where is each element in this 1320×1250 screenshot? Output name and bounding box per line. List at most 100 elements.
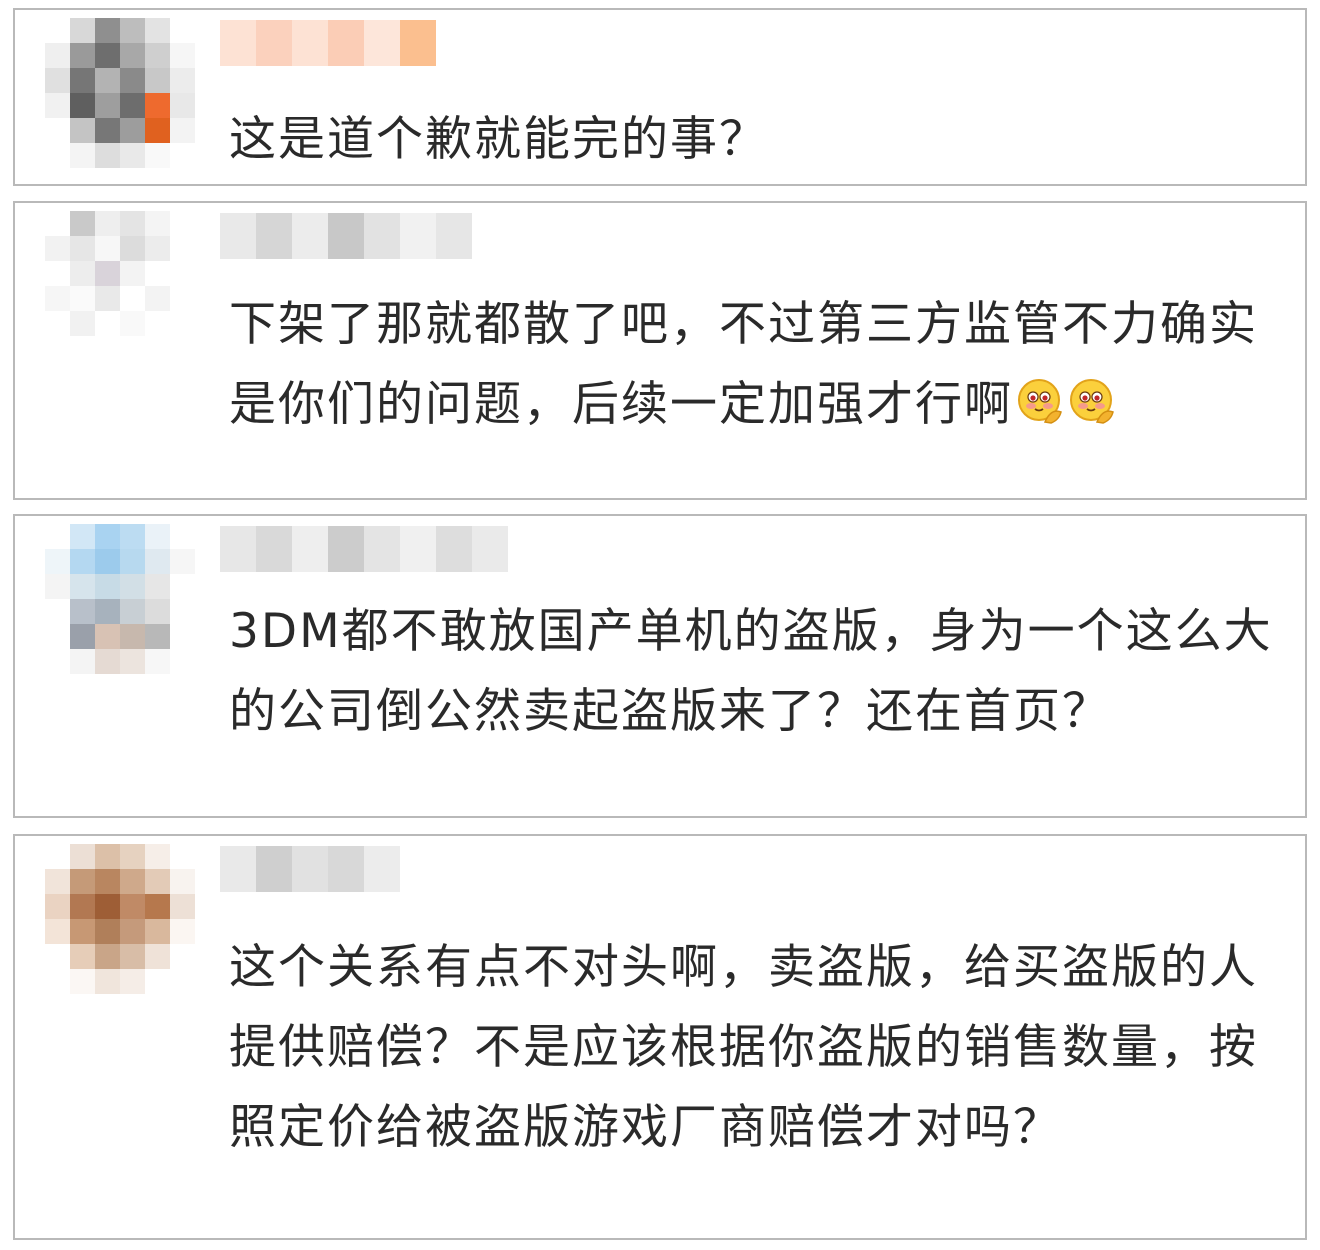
avatar-pixel <box>95 894 120 919</box>
avatar-pixel <box>170 143 195 168</box>
avatar-pixel <box>145 93 170 118</box>
avatar-pixel <box>70 43 95 68</box>
avatar-pixel <box>145 599 170 624</box>
username-pixel <box>220 526 256 572</box>
avatar-pixel <box>45 624 70 649</box>
avatar-pixel <box>170 118 195 143</box>
avatar-pixel <box>70 549 95 574</box>
avatar-pixel <box>145 919 170 944</box>
avatar-pixel <box>145 68 170 93</box>
avatar-pixel <box>95 118 120 143</box>
avatar-pixel <box>95 944 120 969</box>
avatar[interactable] <box>45 18 195 168</box>
avatar-pixel <box>95 43 120 68</box>
avatar-pixel <box>170 969 195 994</box>
avatar-pixel <box>120 143 145 168</box>
avatar-pixel <box>120 624 145 649</box>
avatar-pixel <box>70 336 95 361</box>
avatar-pixel <box>70 18 95 43</box>
avatar[interactable] <box>45 844 195 994</box>
avatar-pixel <box>95 574 120 599</box>
avatar-pixel <box>170 599 195 624</box>
username[interactable] <box>220 526 508 572</box>
avatar-pixel <box>120 68 145 93</box>
avatar-pixel <box>170 236 195 261</box>
avatar-pixel <box>170 68 195 93</box>
avatar-pixel <box>120 869 145 894</box>
username-pixel <box>400 526 436 572</box>
username-pixel <box>256 213 292 259</box>
avatar-pixel <box>95 93 120 118</box>
username-pixel <box>256 526 292 572</box>
avatar-pixel <box>120 286 145 311</box>
comment-card: 这个关系有点不对头啊，卖盗版，给买盗版的人提供赔偿？不是应该根据你盗版的销售数量… <box>13 834 1307 1240</box>
avatar[interactable] <box>45 524 195 674</box>
avatar-pixel <box>145 43 170 68</box>
avatar-pixel <box>45 311 70 336</box>
avatar-pixel <box>170 549 195 574</box>
avatar-pixel <box>70 286 95 311</box>
avatar-pixel <box>120 649 145 674</box>
username-pixel <box>364 20 400 66</box>
avatar-pixel <box>70 118 95 143</box>
username-pixel <box>328 526 364 572</box>
avatar-pixel <box>45 969 70 994</box>
avatar-pixel <box>170 844 195 869</box>
username[interactable] <box>220 20 436 66</box>
avatar-pixel <box>170 869 195 894</box>
username-pixel <box>436 526 472 572</box>
avatar-pixel <box>120 93 145 118</box>
avatar-pixel <box>170 286 195 311</box>
avatar-pixel <box>95 68 120 93</box>
avatar-pixel <box>70 68 95 93</box>
avatar-pixel <box>120 919 145 944</box>
avatar-pixel <box>145 118 170 143</box>
username-pixel <box>400 213 436 259</box>
avatar-pixel <box>170 944 195 969</box>
avatar-pixel <box>95 549 120 574</box>
avatar-pixel <box>145 211 170 236</box>
username-pixel <box>364 846 400 892</box>
avatar-pixel <box>45 549 70 574</box>
avatar-pixel <box>170 336 195 361</box>
avatar-pixel <box>45 574 70 599</box>
avatar-pixel <box>145 894 170 919</box>
avatar-pixel <box>70 599 95 624</box>
avatar-pixel <box>170 311 195 336</box>
avatar-pixel <box>95 844 120 869</box>
avatar-pixel <box>95 336 120 361</box>
avatar-pixel <box>45 261 70 286</box>
avatar-pixel <box>45 649 70 674</box>
avatar-pixel <box>95 919 120 944</box>
username-pixel <box>256 846 292 892</box>
avatar-pixel <box>145 969 170 994</box>
avatar-pixel <box>45 844 70 869</box>
username-pixel <box>364 213 400 259</box>
username-pixel <box>220 213 256 259</box>
avatar-pixel <box>120 336 145 361</box>
avatar-pixel <box>120 236 145 261</box>
avatar-pixel <box>120 18 145 43</box>
username-pixel <box>292 526 328 572</box>
username[interactable] <box>220 846 400 892</box>
username-pixel <box>328 846 364 892</box>
avatar-pixel <box>45 43 70 68</box>
avatar[interactable] <box>45 211 195 361</box>
username-pixel <box>292 213 328 259</box>
avatar-pixel <box>95 18 120 43</box>
username-pixel <box>400 20 436 66</box>
avatar-pixel <box>145 944 170 969</box>
avatar-pixel <box>145 649 170 674</box>
avatar-pixel <box>95 211 120 236</box>
avatar-pixel <box>45 336 70 361</box>
username-pixel <box>472 526 508 572</box>
avatar-pixel <box>70 524 95 549</box>
avatar-pixel <box>70 969 95 994</box>
avatar-pixel <box>170 211 195 236</box>
comment-text: 下架了那就都散了吧，不过第三方监管不力确实是你们的问题，后续一定加强才行啊 <box>229 285 1277 445</box>
avatar-pixel <box>120 43 145 68</box>
avatar-pixel <box>45 944 70 969</box>
avatar-pixel <box>95 969 120 994</box>
avatar-pixel <box>120 549 145 574</box>
username[interactable] <box>220 213 472 259</box>
